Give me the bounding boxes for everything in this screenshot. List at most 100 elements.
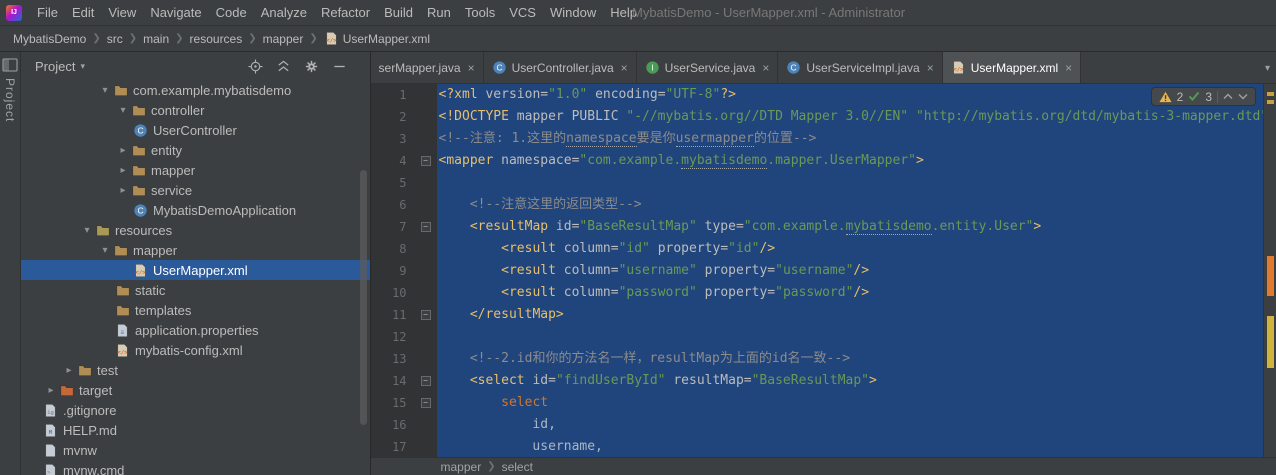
project-view-dropdown[interactable]: Project ▾ [35, 59, 248, 74]
menu-file[interactable]: File [30, 0, 65, 25]
chevron-collapsed-icon[interactable]: ▸ [61, 365, 77, 376]
chevron-collapsed-icon[interactable]: ▸ [115, 145, 131, 156]
prev-issue-chevron-icon[interactable] [1223, 93, 1233, 100]
code-line-12[interactable]: 12 [371, 326, 1276, 348]
fold-icon[interactable]: − [421, 156, 431, 166]
code-line-2[interactable]: 2<!DOCTYPE mapper PUBLIC "-//mybatis.org… [371, 106, 1276, 128]
breadcrumb-item-resources[interactable]: resources [187, 32, 246, 46]
fold-icon[interactable]: − [421, 310, 431, 320]
tree-item-com-example-mybatisdemo[interactable]: ▾com.example.mybatisdemo [21, 80, 370, 100]
editor-tab-userservice-java[interactable]: IUserService.java× [637, 52, 779, 83]
next-issue-chevron-icon[interactable] [1238, 93, 1248, 100]
tree-item-controller[interactable]: ▾controller [21, 100, 370, 120]
editor-tab-usermapper-xml[interactable]: </>UserMapper.xml× [943, 52, 1081, 83]
line-number: 16 [371, 414, 417, 436]
tool-strip-project-label[interactable]: Project [3, 78, 17, 122]
error-stripe[interactable] [1263, 84, 1276, 457]
menu-build[interactable]: Build [377, 0, 420, 25]
code-line-1[interactable]: 1<?xml version="1.0" encoding="UTF-8"?> [371, 84, 1276, 106]
code-line-11[interactable]: 11− </resultMap> [371, 304, 1276, 326]
menu-navigate[interactable]: Navigate [143, 0, 208, 25]
menu-view[interactable]: View [101, 0, 143, 25]
menu-tools[interactable]: Tools [458, 0, 502, 25]
hidden-tabs-chevron-icon[interactable]: ▾ [1265, 52, 1270, 84]
tree-item-mapper[interactable]: ▾mapper [21, 240, 370, 260]
tree-item-resources[interactable]: ▾resources [21, 220, 370, 240]
menu-run[interactable]: Run [420, 0, 458, 25]
tree-item-templates[interactable]: templates [21, 300, 370, 320]
menu-analyze[interactable]: Analyze [254, 0, 314, 25]
code-line-16[interactable]: 16 id, [371, 414, 1276, 436]
code-line-3[interactable]: 3<!--注意: 1.这里的namespace要是你usermapper的位置-… [371, 128, 1276, 150]
code-line-7[interactable]: 7− <resultMap id="BaseResultMap" type="c… [371, 216, 1276, 238]
code-line-14[interactable]: 14− <select id="findUserById" resultMap=… [371, 370, 1276, 392]
editor-tab-usercontroller-java[interactable]: CUserController.java× [484, 52, 637, 83]
breadcrumb-item-src[interactable]: src [104, 32, 126, 46]
tree-item-mybatis-config-xml[interactable]: </>mybatis-config.xml [21, 340, 370, 360]
tree-item-help-md[interactable]: MHELP.md [21, 420, 370, 440]
breadcrumb-item-mybatisdemo[interactable]: MybatisDemo [10, 32, 89, 46]
code-line-9[interactable]: 9 <result column="username" property="us… [371, 260, 1276, 282]
editor-breadcrumb-mapper[interactable]: mapper [441, 460, 482, 474]
chevron-collapsed-icon[interactable]: ▸ [115, 185, 131, 196]
fold-icon[interactable]: − [421, 222, 431, 232]
close-tab-icon[interactable]: × [621, 61, 628, 75]
tree-item-entity[interactable]: ▸entity [21, 140, 370, 160]
tree-item-mapper[interactable]: ▸mapper [21, 160, 370, 180]
menu-refactor[interactable]: Refactor [314, 0, 377, 25]
menu-code[interactable]: Code [209, 0, 254, 25]
breadcrumb-item-mapper[interactable]: mapper [260, 32, 307, 46]
code-editor[interactable]: 1<?xml version="1.0" encoding="UTF-8"?>2… [371, 84, 1276, 457]
tree-item-service[interactable]: ▸service [21, 180, 370, 200]
chevron-expanded-icon[interactable]: ▾ [97, 85, 113, 96]
chevron-expanded-icon[interactable]: ▾ [97, 245, 113, 256]
settings-icon[interactable] [304, 58, 320, 74]
tree-item-mvnw[interactable]: mvnw [21, 440, 370, 460]
tree-item-usermapper-xml[interactable]: </>UserMapper.xml [21, 260, 370, 280]
tree-item-gitignore[interactable]: ig.gitignore [21, 400, 370, 420]
tree-scrollbar[interactable] [360, 170, 367, 425]
code-line-13[interactable]: 13 <!--2.id和你的方法名一样，resultMap为上面的id名一致--… [371, 348, 1276, 370]
fold-icon[interactable]: − [421, 376, 431, 386]
chevron-expanded-icon[interactable]: ▾ [115, 105, 131, 116]
menu-window[interactable]: Window [543, 0, 603, 25]
collapse-all-icon[interactable] [276, 58, 292, 74]
tree-item-usercontroller[interactable]: CUserController [21, 120, 370, 140]
tree-item-mybatisdemoapplication[interactable]: CMybatisDemoApplication [21, 200, 370, 220]
code-line-17[interactable]: 17 username, [371, 436, 1276, 457]
chevron-expanded-icon[interactable]: ▾ [79, 225, 95, 236]
editor-tab-userserviceimpl-java[interactable]: CUserServiceImpl.java× [778, 52, 942, 83]
close-tab-icon[interactable]: × [927, 61, 934, 75]
code-line-10[interactable]: 10 <result column="password" property="p… [371, 282, 1276, 304]
chevron-collapsed-icon[interactable]: ▸ [43, 385, 59, 396]
inspections-widget[interactable]: 2 3 [1151, 87, 1256, 106]
code-line-4[interactable]: 4−<mapper namespace="com.example.mybatis… [371, 150, 1276, 172]
menu-vcs[interactable]: VCS [502, 0, 543, 25]
svg-text:</>: </> [326, 38, 337, 44]
tree-item-target[interactable]: ▸target [21, 380, 370, 400]
tree-item-mvnw-cmd[interactable]: >_mvnw.cmd [21, 460, 370, 475]
close-tab-icon[interactable]: × [468, 61, 475, 75]
fold-icon[interactable]: − [421, 398, 431, 408]
editor-breadcrumb-select[interactable]: select [502, 460, 533, 474]
close-tab-icon[interactable]: × [762, 61, 769, 75]
breadcrumb-item-main[interactable]: main [140, 32, 172, 46]
tree-item-label: UserMapper.xml [151, 263, 248, 278]
tree-item-application-properties[interactable]: ≡application.properties [21, 320, 370, 340]
code-line-5[interactable]: 5 [371, 172, 1276, 194]
editor-tab-sermapper-java[interactable]: serMapper.java× [371, 52, 484, 83]
tree-item-static[interactable]: static [21, 280, 370, 300]
tree-item-test[interactable]: ▸test [21, 360, 370, 380]
code-line-text: <!DOCTYPE mapper PUBLIC "-//mybatis.org/… [437, 106, 1276, 128]
hide-icon[interactable] [332, 58, 348, 74]
locate-icon[interactable] [248, 58, 264, 74]
code-line-15[interactable]: 15− select [371, 392, 1276, 414]
chevron-collapsed-icon[interactable]: ▸ [115, 165, 131, 176]
close-tab-icon[interactable]: × [1065, 61, 1072, 75]
code-line-6[interactable]: 6 <!--注意这里的返回类型--> [371, 194, 1276, 216]
breadcrumb-item-usermapper-xml[interactable]: </>UserMapper.xml [321, 31, 433, 46]
svg-text:C: C [137, 125, 143, 135]
code-line-8[interactable]: 8 <result column="id" property="id"/> [371, 238, 1276, 260]
menu-edit[interactable]: Edit [65, 0, 101, 25]
project-tool-window-icon[interactable] [1, 56, 19, 74]
